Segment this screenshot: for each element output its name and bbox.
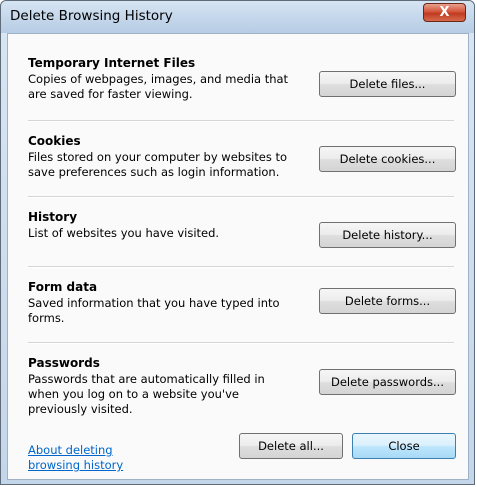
delete-browsing-history-dialog: Delete Browsing History X Temporary Inte… [0,0,475,485]
separator [28,266,454,268]
title-bar[interactable]: Delete Browsing History X [1,1,474,33]
separator [28,120,454,122]
section-description: Copies of webpages, images, and media th… [28,72,289,101]
section-description: Files stored on your computer by website… [28,150,288,179]
delete-cookies-button[interactable]: Delete cookies... [319,146,456,172]
section-description: Saved information that you have typed in… [28,296,280,325]
close-window-button[interactable]: X [423,3,466,22]
dialog-body: Temporary Internet Files Copies of webpa… [7,33,469,480]
section-description: List of websites you have visited. [28,226,220,240]
section-description: Passwords that are automatically filled … [28,372,265,416]
dialog-title: Delete Browsing History [10,8,173,24]
about-deleting-history-link[interactable]: About deleting browsing history [28,443,168,473]
delete-history-button[interactable]: Delete history... [319,222,456,248]
delete-forms-button[interactable]: Delete forms... [319,288,456,314]
close-button[interactable]: Close [352,433,456,459]
delete-all-button[interactable]: Delete all... [239,433,343,459]
delete-files-button[interactable]: Delete files... [319,71,456,97]
close-icon: X [439,5,450,20]
section-title: Passwords [28,356,100,370]
separator [28,342,454,344]
separator [28,196,454,198]
delete-passwords-button[interactable]: Delete passwords... [319,369,456,395]
section-title: Temporary Internet Files [28,56,196,70]
